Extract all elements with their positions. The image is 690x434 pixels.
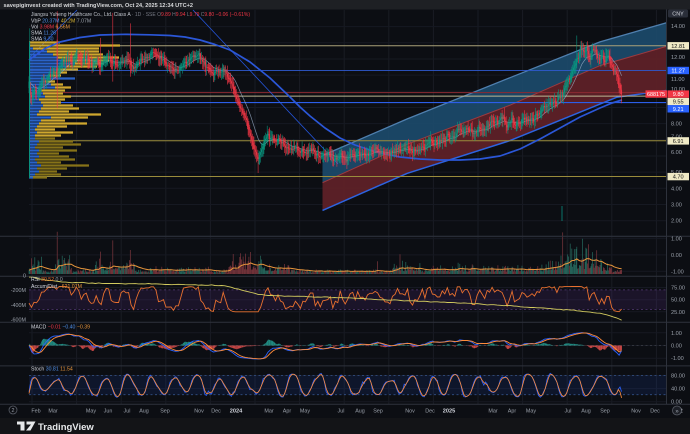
svg-text:11.27: 11.27 xyxy=(671,69,685,75)
svg-text:Jun: Jun xyxy=(104,408,113,414)
svg-text:2025: 2025 xyxy=(443,408,455,414)
svg-text:4.00: 4.00 xyxy=(671,187,682,193)
svg-text:Stoch 30.81 11.54: Stoch 30.81 11.54 xyxy=(31,367,73,373)
svg-text:Nov: Nov xyxy=(631,408,641,414)
svg-text:40.00: 40.00 xyxy=(671,387,685,393)
svg-text:Mar: Mar xyxy=(264,408,273,414)
svg-text:May: May xyxy=(300,408,310,414)
svg-text:SMA 9.30: SMA 9.30 xyxy=(31,36,54,42)
svg-text:2.00: 2.00 xyxy=(671,219,682,225)
svg-text:1.00: 1.00 xyxy=(671,331,682,337)
svg-text:Dec: Dec xyxy=(211,408,221,414)
svg-text:CNY: CNY xyxy=(672,12,684,18)
svg-text:50.00: 50.00 xyxy=(671,298,685,304)
svg-text:8.00: 8.00 xyxy=(671,121,682,127)
svg-text:TradingView: TradingView xyxy=(38,422,94,433)
svg-text:75.00: 75.00 xyxy=(671,286,685,292)
svg-text:-600M: -600M xyxy=(11,318,27,324)
svg-text:9.80: 9.80 xyxy=(673,92,684,98)
svg-text:0.00: 0.00 xyxy=(671,344,682,350)
svg-text:9.21: 9.21 xyxy=(673,107,684,113)
svg-text:12.00: 12.00 xyxy=(671,55,685,61)
svg-text:RSI 30.52 0 0: RSI 30.52 0 0 xyxy=(31,277,63,283)
svg-text:25.00: 25.00 xyxy=(671,310,685,316)
svg-text:11.00: 11.00 xyxy=(671,77,685,83)
svg-text:Jiangsu Yuheng Healthcare Co.,: Jiangsu Yuheng Healthcare Co., Ltd. Clas… xyxy=(31,12,250,18)
svg-text:14.00: 14.00 xyxy=(671,24,685,30)
svg-text:80.00: 80.00 xyxy=(671,374,685,380)
svg-text:Feb: Feb xyxy=(31,408,40,414)
svg-text:2024: 2024 xyxy=(230,408,243,414)
svg-text:Jul: Jul xyxy=(124,408,131,414)
svg-text:9.55: 9.55 xyxy=(673,100,684,106)
svg-text:May: May xyxy=(526,408,536,414)
svg-text:Jul: Jul xyxy=(565,408,572,414)
svg-text:3.00: 3.00 xyxy=(671,203,682,209)
svg-text:-1.00: -1.00 xyxy=(671,269,684,275)
svg-text:1.00: 1.00 xyxy=(671,237,682,243)
svg-text:688175: 688175 xyxy=(647,92,665,98)
svg-text:Apr: Apr xyxy=(283,408,292,414)
svg-text:Nov: Nov xyxy=(405,408,415,414)
svg-text:6.00: 6.00 xyxy=(671,150,682,156)
svg-text:Aug: Aug xyxy=(581,408,591,414)
svg-text:2: 2 xyxy=(12,408,15,414)
svg-text:0.00: 0.00 xyxy=(671,253,682,259)
svg-text:Aug: Aug xyxy=(139,408,149,414)
svg-text:Accum/Dist −621.07M: Accum/Dist −621.07M xyxy=(31,284,82,290)
svg-text:Nov: Nov xyxy=(194,408,204,414)
svg-text:-1.00: -1.00 xyxy=(671,356,684,362)
svg-text:Mar: Mar xyxy=(488,408,497,414)
svg-text:Aug: Aug xyxy=(355,408,365,414)
svg-text:Jul: Jul xyxy=(338,408,345,414)
svg-text:6.91: 6.91 xyxy=(673,139,684,145)
svg-text:Sep: Sep xyxy=(373,408,383,414)
svg-text:-200M: -200M xyxy=(11,288,27,294)
svg-text:Mar: Mar xyxy=(48,408,57,414)
svg-text:4.70: 4.70 xyxy=(673,175,684,181)
svg-text:0.00: 0.00 xyxy=(671,400,682,406)
svg-text:Apr: Apr xyxy=(508,408,517,414)
svg-text:May: May xyxy=(86,408,96,414)
svg-text:Dec: Dec xyxy=(650,408,660,414)
svg-text:0: 0 xyxy=(23,274,26,280)
svg-text:12.81: 12.81 xyxy=(671,44,685,50)
svg-text:Sep: Sep xyxy=(600,408,610,414)
svg-text:Dec: Dec xyxy=(425,408,435,414)
svg-text:MACD −0.01 −0.40 −0.39: MACD −0.01 −0.40 −0.39 xyxy=(31,325,90,331)
svg-text:-400M: -400M xyxy=(11,303,27,309)
svg-text:Sep: Sep xyxy=(160,408,170,414)
svg-text:savepiginvest created with Tra: savepiginvest created with TradingView.c… xyxy=(4,3,194,9)
